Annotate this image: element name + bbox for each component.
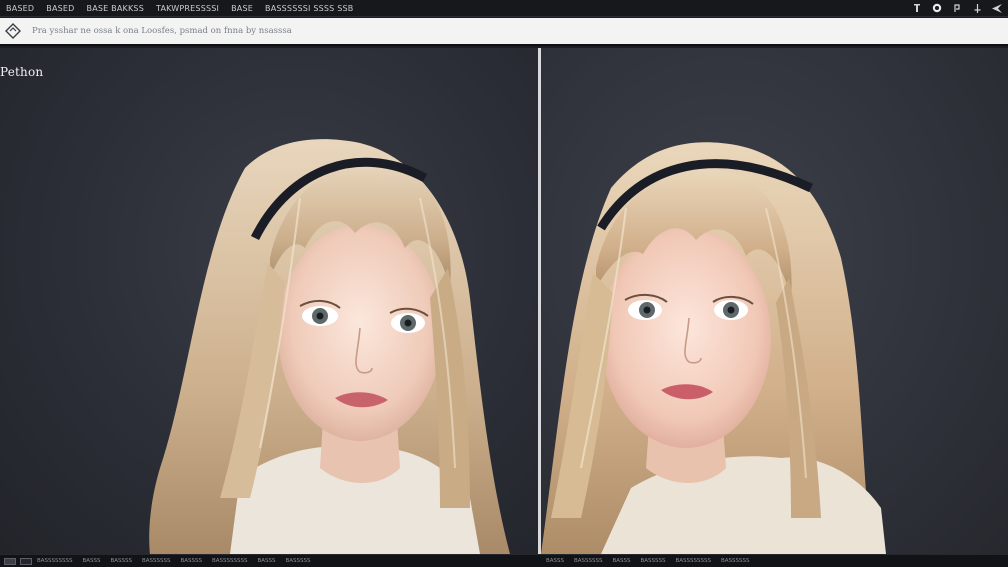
prompt-input[interactable] xyxy=(26,19,1008,43)
status-item: BASSSSSS xyxy=(142,558,171,564)
status-bar: BASSSSSSSS BASSS BASSSS BASSSSSS BASSSS … xyxy=(0,554,1008,567)
status-item: BASSSSS xyxy=(285,558,311,564)
status-left: BASSSSSSSS BASSS BASSSS BASSSSSS BASSSS … xyxy=(0,555,541,567)
status-toggle-2[interactable] xyxy=(20,557,32,565)
status-item: BASSSSSSSS xyxy=(37,558,73,564)
status-right: BASSS BASSSSSS BASSS BASSSSS BASSSSSSSS … xyxy=(541,555,754,567)
record-icon[interactable] xyxy=(932,3,942,13)
tray xyxy=(912,0,1008,16)
status-item: BASSSSS xyxy=(640,558,666,564)
menu-list: BASED BASED BASE BAKKSS TAKWPRESSSSI BAS… xyxy=(0,0,359,16)
status-item: BASSSS xyxy=(180,558,202,564)
status-item: BASSSSSS xyxy=(720,558,750,564)
menu-item-2[interactable]: BASED xyxy=(40,0,80,16)
menu-item-5[interactable]: BASE xyxy=(225,0,259,16)
status-item: BASSS xyxy=(612,558,631,564)
send-icon[interactable] xyxy=(992,3,1002,13)
status-item: BASSSSSS xyxy=(574,558,603,564)
portrait-image-left xyxy=(149,139,510,554)
portrait-image-right xyxy=(541,142,886,554)
status-toggle-1[interactable] xyxy=(4,557,16,565)
menu-item-3[interactable]: BASE BAKKSS xyxy=(81,0,150,16)
status-item: BASSSSSSSS xyxy=(212,558,248,564)
canvas-left[interactable]: Pethon xyxy=(0,48,538,554)
prompt-bar xyxy=(0,18,1008,46)
status-item: BASSSS xyxy=(110,558,132,564)
status-item: BASSS xyxy=(257,558,276,564)
menu-bar: BASED BASED BASE BAKKSS TAKWPRESSSSI BAS… xyxy=(0,0,1008,17)
status-item: BASSS xyxy=(546,558,565,564)
menu-item-4[interactable]: TAKWPRESSSSI xyxy=(150,0,225,16)
diamond-logo-icon[interactable] xyxy=(0,17,26,45)
canvas-right[interactable] xyxy=(541,48,1008,554)
status-item: BASSSSSSSS xyxy=(675,558,711,564)
pen-icon[interactable] xyxy=(952,3,962,13)
info-icon[interactable] xyxy=(912,3,922,13)
pin-icon[interactable] xyxy=(972,3,982,13)
menu-item-1[interactable]: BASED xyxy=(0,0,40,16)
status-item: BASSS xyxy=(82,558,101,564)
menu-item-6[interactable]: BASSSSSSI SSSS SSB xyxy=(259,0,359,16)
